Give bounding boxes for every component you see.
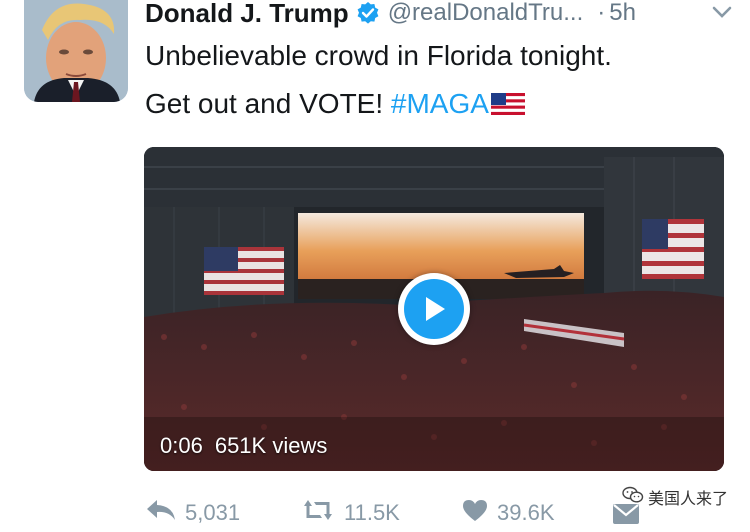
video-player[interactable]: 0:06 651K views [144,147,724,471]
tweet-text-line2-text: Get out and VOTE! [145,88,391,119]
retweet-icon [300,498,344,528]
tweet-text-line2: Get out and VOTE! #MAGA [145,80,735,128]
video-views: 651K views [214,433,328,458]
reply-count: 5,031 [185,500,241,525]
heart-icon [461,498,497,528]
watermark: 美国人来了 [622,485,728,509]
watermark-text: 美国人来了 [647,491,728,508]
like-count: 39.6K [497,500,555,525]
avatar[interactable] [24,0,128,102]
separator-dot: · [597,0,606,26]
tweet-text: Unbelievable crowd in Florida tonight. G… [145,32,735,128]
verified-badge-icon [356,1,380,25]
retweet-count: 11.5K [344,500,400,525]
chevron-down-icon[interactable] [711,1,733,23]
video-duration: 0:06 [160,433,203,458]
tweet-header: Donald J. Trump @realDonaldTru... · 5h [145,0,735,30]
reply-icon [145,498,185,528]
display-name[interactable]: Donald J. Trump [145,0,349,29]
user-handle[interactable]: @realDonaldTru... [388,0,584,27]
retweet-button[interactable]: 11.5K [300,498,400,528]
us-flag-emoji [490,82,525,115]
reply-button[interactable]: 5,031 [145,498,240,528]
like-button[interactable]: 39.6K [461,498,555,528]
video-meta: 0:06 651K views [160,433,327,459]
play-button[interactable] [398,273,470,345]
hashtag-link[interactable]: #MAGA [391,88,489,119]
tweet-actions: 5,031 11.5K 39.6K [145,496,665,530]
timestamp[interactable]: 5h [609,0,636,27]
wechat-icon [622,486,648,509]
play-icon [404,279,464,339]
tweet-text-line1: Unbelievable crowd in Florida tonight. [145,40,612,71]
